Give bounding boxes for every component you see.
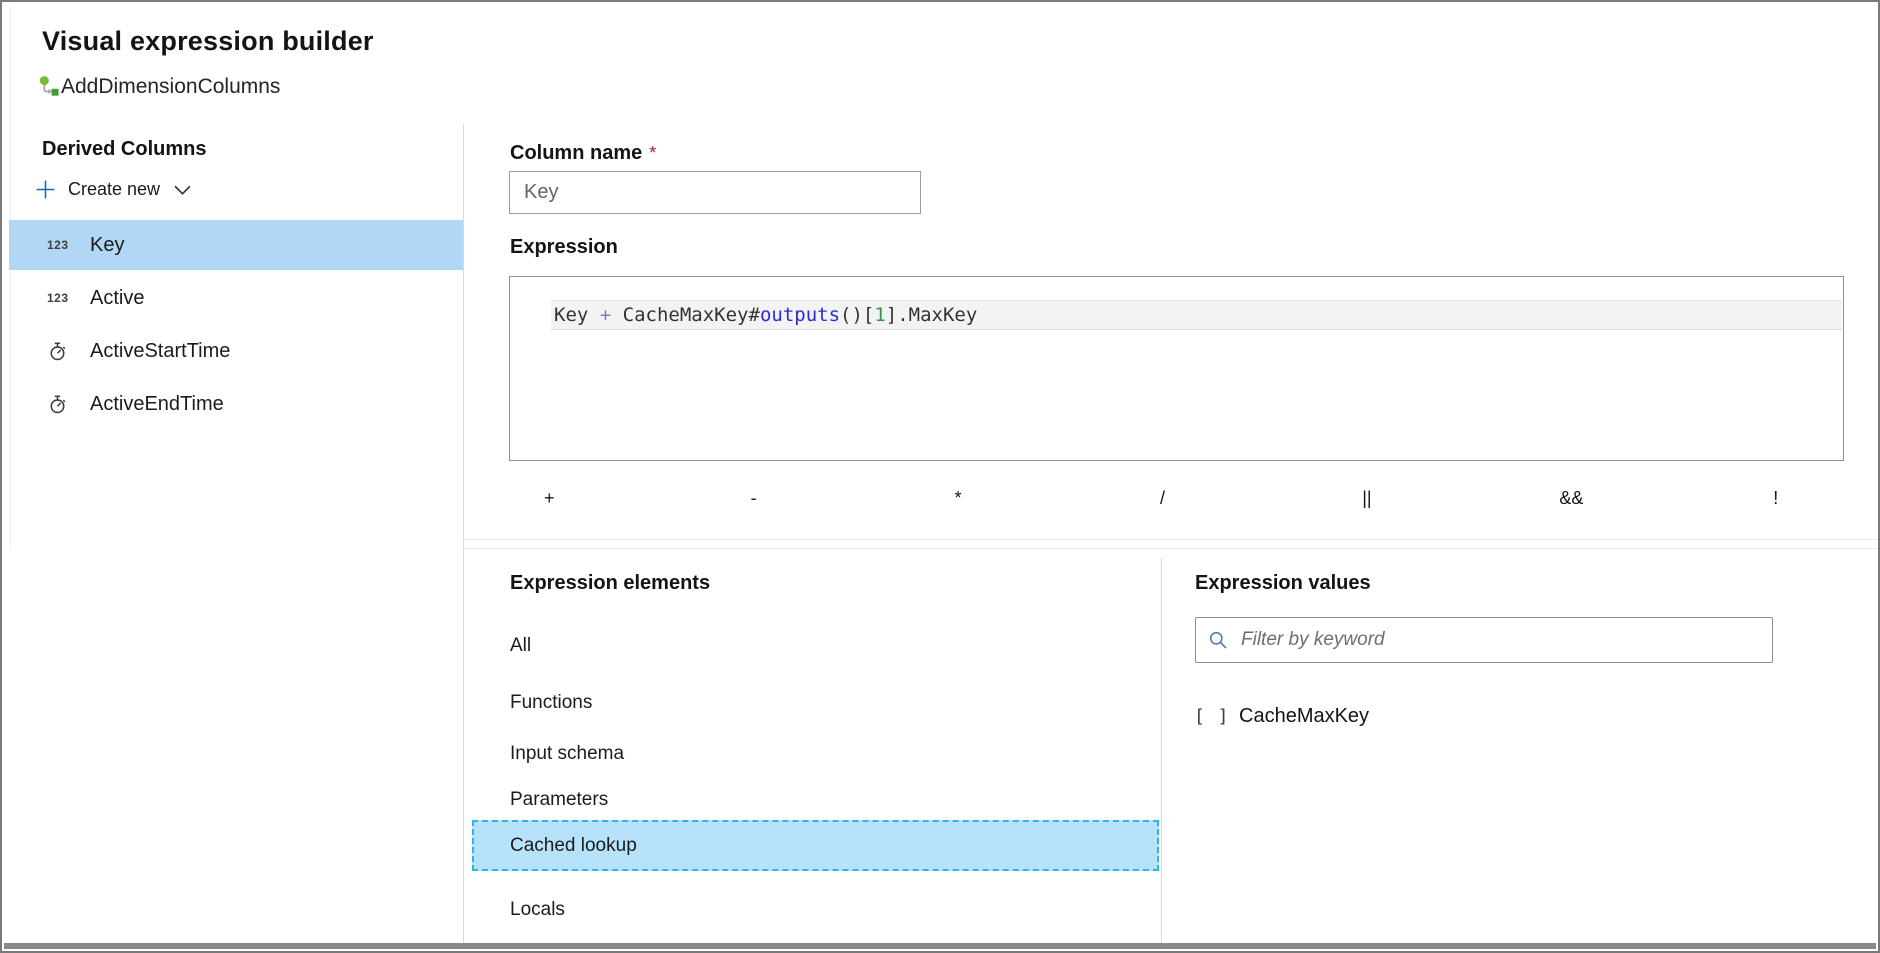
timestamp-type-icon — [47, 341, 90, 362]
transformation-name: AddDimensionColumns — [61, 75, 280, 99]
expression-element-label: Locals — [510, 899, 565, 921]
expression-element-label: All — [510, 635, 531, 657]
derived-column-transformation-icon — [36, 74, 61, 99]
timestamp-type-icon — [47, 394, 90, 415]
expression-values-list: [ ]CacheMaxKey — [1194, 692, 1814, 740]
create-new-label: Create new — [68, 179, 160, 200]
filter-keyword-input[interactable] — [1239, 628, 1760, 652]
expression-element-label: Input schema — [510, 743, 624, 765]
expression-value-label: CacheMaxKey — [1239, 705, 1369, 728]
expression-element-item-parameters[interactable]: Parameters — [463, 775, 1161, 825]
expression-element-item-locals[interactable]: Locals — [463, 885, 1161, 935]
derived-column-label: Key — [90, 234, 124, 257]
page-title: Visual expression builder — [42, 26, 374, 57]
derived-column-item-active[interactable]: 123Active — [9, 273, 463, 323]
filter-box — [1195, 617, 1773, 663]
array-brackets-icon: [ ] — [1194, 706, 1239, 727]
derived-columns-header: Derived Columns — [42, 138, 206, 161]
derived-column-item-activeendtime[interactable]: ActiveEndTime — [9, 379, 463, 429]
transformation-header: AddDimensionColumns — [36, 74, 280, 99]
create-new-button[interactable]: Create new — [35, 174, 191, 204]
derived-column-item-key[interactable]: 123Key — [9, 220, 463, 270]
number-type-icon: 123 — [47, 291, 90, 305]
bottom-vertical-divider — [1161, 558, 1162, 947]
derived-column-item-activestarttime[interactable]: ActiveStartTime — [9, 326, 463, 376]
expression-values-header: Expression values — [1195, 572, 1371, 595]
derived-columns-list: 123Key123ActiveActiveStartTimeActiveEndT… — [9, 220, 463, 432]
plus-icon — [35, 179, 56, 200]
horizontal-scrollbar[interactable] — [4, 943, 1876, 949]
expression-element-item-cached-lookup[interactable]: Cached lookup — [472, 820, 1159, 871]
expression-element-item-functions[interactable]: Functions — [463, 678, 1161, 728]
number-type-icon: 123 — [47, 238, 90, 252]
derived-column-label: ActiveEndTime — [90, 393, 224, 416]
chevron-down-icon — [174, 185, 191, 196]
expression-element-label: Cached lookup — [510, 835, 637, 857]
derived-column-label: Active — [90, 287, 144, 310]
expression-element-label: Functions — [510, 692, 592, 714]
operator-not-button[interactable]: ! — [1674, 478, 1878, 518]
expression-elements-list: All Functions Input schema Parameters Cached… — [463, 2, 1161, 951]
expression-element-item-input-schema[interactable]: Input schema — [463, 729, 1161, 779]
derived-column-label: ActiveStartTime — [90, 340, 230, 363]
expression-value-item-cachemaxkey[interactable]: [ ]CacheMaxKey — [1194, 692, 1814, 740]
operator-or-button[interactable]: || — [1265, 478, 1469, 518]
expression-element-label: Parameters — [510, 789, 608, 811]
visual-expression-builder-dialog: Visual expression builder AddDimensionCo… — [0, 0, 1880, 953]
operator-and-button[interactable]: && — [1469, 478, 1673, 518]
expression-element-item-all[interactable]: All — [463, 621, 1161, 671]
search-icon — [1208, 630, 1228, 650]
